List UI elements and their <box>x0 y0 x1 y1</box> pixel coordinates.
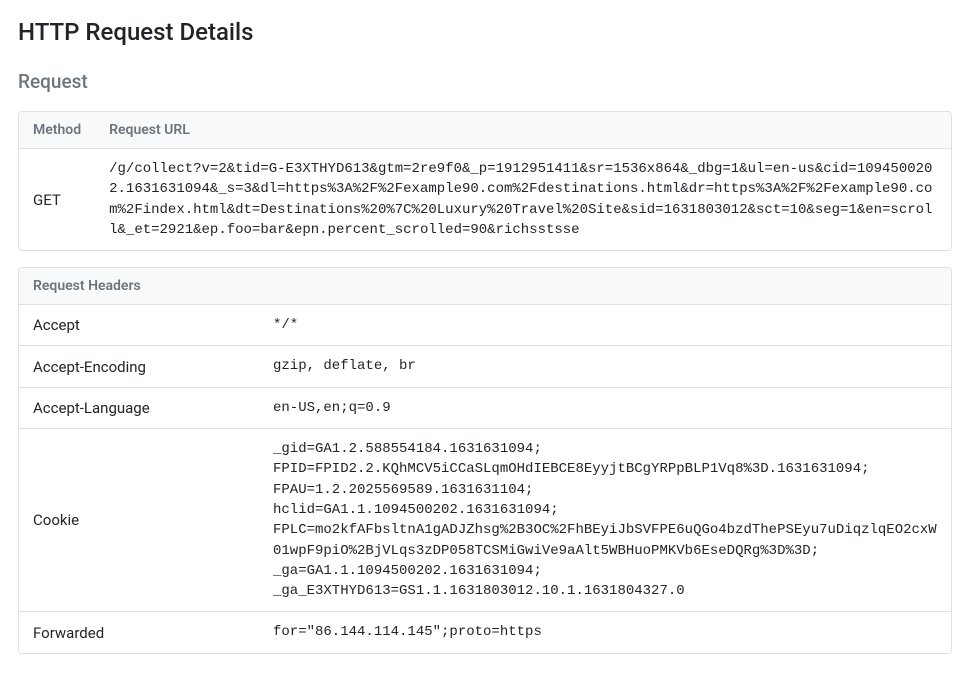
page-title: HTTP Request Details <box>18 18 952 46</box>
header-value: _gid=GA1.2.588554184.1631631094; FPID=FP… <box>259 429 951 612</box>
header-value: for="86.144.114.145";proto=https <box>259 612 951 653</box>
header-row: Cookie_gid=GA1.2.588554184.1631631094; F… <box>19 429 951 612</box>
request-col-method: Method <box>19 112 95 149</box>
request-row: GET /g/collect?v=2&tid=G-E3XTHYD613&gtm=… <box>19 149 951 251</box>
request-section-label: Request <box>18 70 952 93</box>
header-value: */* <box>259 305 951 346</box>
header-name: Accept-Language <box>19 387 259 428</box>
request-col-url: Request URL <box>95 112 951 149</box>
header-row: Accept-Languageen-US,en;q=0.9 <box>19 387 951 428</box>
header-row: Accept*/* <box>19 305 951 346</box>
request-table: Method Request URL GET /g/collect?v=2&ti… <box>19 112 951 250</box>
header-value: en-US,en;q=0.9 <box>259 387 951 428</box>
request-headers-label: Request Headers <box>19 268 951 305</box>
header-name: Forwarded <box>19 612 259 653</box>
header-row: Accept-Encodinggzip, deflate, br <box>19 346 951 387</box>
request-headers-panel: Request Headers Accept*/*Accept-Encoding… <box>18 267 952 654</box>
header-name: Cookie <box>19 429 259 612</box>
request-headers-table: Request Headers Accept*/*Accept-Encoding… <box>19 268 951 653</box>
request-url: /g/collect?v=2&tid=G-E3XTHYD613&gtm=2re9… <box>95 149 951 251</box>
request-panel: Method Request URL GET /g/collect?v=2&ti… <box>18 111 952 251</box>
request-method: GET <box>19 149 95 251</box>
header-row: Forwardedfor="86.144.114.145";proto=http… <box>19 612 951 653</box>
header-name: Accept <box>19 305 259 346</box>
header-name: Accept-Encoding <box>19 346 259 387</box>
header-value: gzip, deflate, br <box>259 346 951 387</box>
